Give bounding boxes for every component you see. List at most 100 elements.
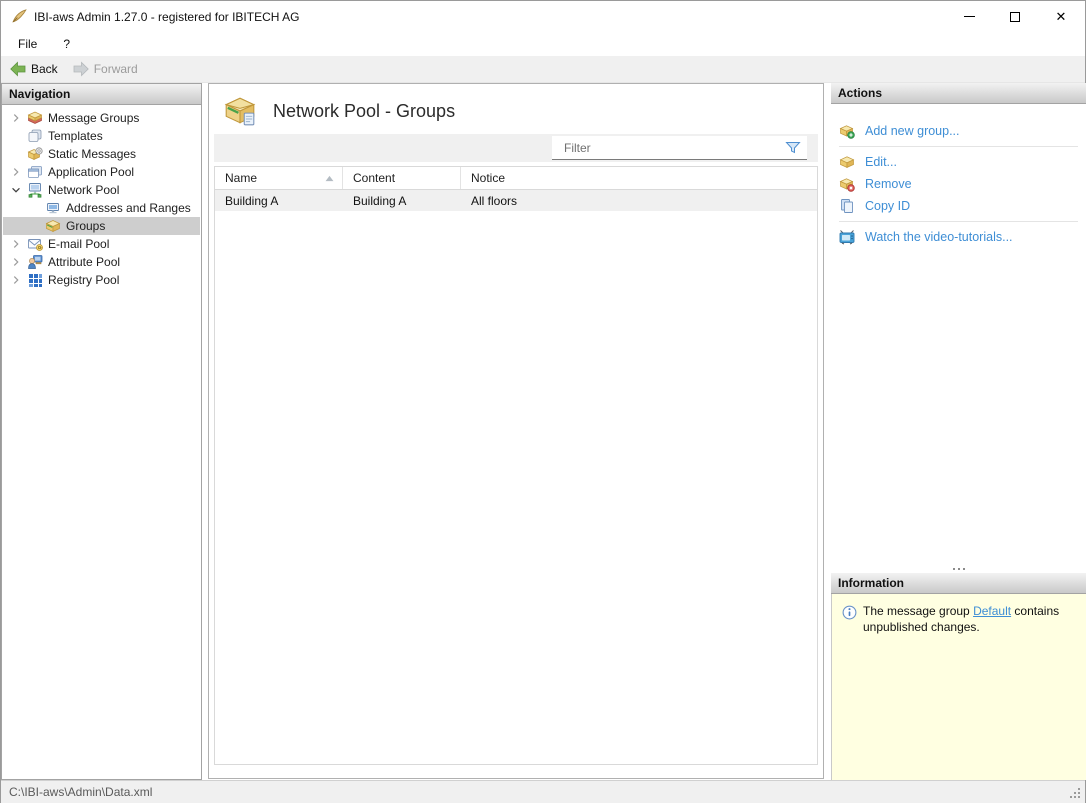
menubar: File ? xyxy=(1,32,1085,56)
remove-group-icon xyxy=(839,176,855,192)
network-group-box-icon xyxy=(223,94,257,128)
sidebar-item-label: Addresses and Ranges xyxy=(66,201,191,215)
sidebar-item-application-pool[interactable]: Application Pool xyxy=(3,163,200,181)
chevron-right-icon[interactable] xyxy=(9,237,23,251)
sidebar-item-label: Message Groups xyxy=(48,111,139,125)
app-window: { "window": { "title": "IBI-aws Admin 1.… xyxy=(0,0,1086,803)
info-icon xyxy=(842,605,857,620)
sidebar-item-templates[interactable]: Templates xyxy=(3,127,200,145)
splitter-grip-icon xyxy=(953,568,965,570)
resize-grip-icon[interactable] xyxy=(1070,788,1072,790)
registry-pool-icon xyxy=(27,272,43,288)
close-icon: ✕ xyxy=(1056,10,1067,23)
action-label: Copy ID xyxy=(865,199,910,213)
forward-button[interactable]: Forward xyxy=(67,58,144,80)
sidebar-item-label: Attribute Pool xyxy=(48,255,120,269)
column-header-content[interactable]: Content xyxy=(343,167,461,189)
sidebar-item-registry-pool[interactable]: Registry Pool xyxy=(3,271,200,289)
sidebar-item-label: Static Messages xyxy=(48,147,136,161)
sidebar-item-label: Templates xyxy=(48,129,103,143)
navigation-panel: Navigation Message Groups Templates xyxy=(1,83,202,780)
column-label: Name xyxy=(225,171,257,185)
filter-field[interactable] xyxy=(552,136,807,160)
email-pool-icon xyxy=(27,236,43,252)
menu-file[interactable]: File xyxy=(9,33,46,55)
watch-video-tutorials-action[interactable]: Watch the video-tutorials... xyxy=(831,226,1086,248)
sidebar-item-network-pool[interactable]: Network Pool xyxy=(3,181,200,199)
minimize-icon xyxy=(964,16,975,17)
remove-action[interactable]: Remove xyxy=(831,173,1086,195)
information-panel: The message group Default contains unpub… xyxy=(831,594,1086,780)
statusbar: C:\IBI-aws\Admin\Data.xml xyxy=(1,780,1085,803)
forward-arrow-icon xyxy=(73,61,89,77)
sidebar-item-addresses-and-ranges[interactable]: Addresses and Ranges xyxy=(3,199,200,217)
separator xyxy=(839,221,1078,222)
network-pool-icon xyxy=(27,182,43,198)
sidebar-item-label: Application Pool xyxy=(48,165,134,179)
cell-content: Building A xyxy=(343,194,461,208)
maximize-icon xyxy=(1010,12,1020,22)
actions-panel-header: Actions xyxy=(831,83,1086,104)
video-tutorials-icon xyxy=(839,229,855,245)
static-messages-icon xyxy=(27,146,43,162)
table-row[interactable]: Building A Building A All floors xyxy=(215,190,817,211)
sidebar-item-email-pool[interactable]: E-mail Pool xyxy=(3,235,200,253)
cell-notice: All floors xyxy=(461,194,817,208)
copy-id-icon xyxy=(839,198,855,214)
panel-splitter[interactable] xyxy=(831,564,1086,573)
chevron-down-icon[interactable] xyxy=(9,183,23,197)
default-group-link[interactable]: Default xyxy=(973,604,1011,618)
titlebar[interactable]: IBI-aws Admin 1.27.0 - registered for IB… xyxy=(1,1,1085,32)
minimize-button[interactable] xyxy=(946,1,992,32)
chevron-right-icon[interactable] xyxy=(9,255,23,269)
separator xyxy=(839,146,1078,147)
column-header-notice[interactable]: Notice xyxy=(461,167,817,189)
back-label: Back xyxy=(31,62,58,76)
attribute-pool-icon xyxy=(27,254,43,270)
table-header-row: Name Content Notice xyxy=(215,167,817,190)
sidebar-item-static-messages[interactable]: Static Messages xyxy=(3,145,200,163)
groups-icon xyxy=(45,218,61,234)
add-new-group-action[interactable]: Add new group... xyxy=(831,120,1086,142)
action-label: Remove xyxy=(865,177,912,191)
back-arrow-icon xyxy=(10,61,26,77)
chevron-right-icon[interactable] xyxy=(9,273,23,287)
action-label: Edit... xyxy=(865,155,897,169)
close-button[interactable]: ✕ xyxy=(1038,1,1084,32)
edit-group-icon xyxy=(839,154,855,170)
sidebar-item-attribute-pool[interactable]: Attribute Pool xyxy=(3,253,200,271)
templates-icon xyxy=(27,128,43,144)
column-header-name[interactable]: Name xyxy=(215,167,343,189)
maximize-button[interactable] xyxy=(992,1,1038,32)
navigation-tree: Message Groups Templates Static Messages xyxy=(2,105,201,779)
sidebar-item-label: Groups xyxy=(66,219,105,233)
sort-ascending-icon xyxy=(325,175,334,182)
navigation-toolbar: Back Forward xyxy=(1,56,1085,83)
action-label: Watch the video-tutorials... xyxy=(865,230,1013,244)
filter-bar xyxy=(214,134,818,162)
sidebar-item-label: Registry Pool xyxy=(48,273,119,287)
info-message-prefix: The message group xyxy=(863,604,973,618)
main-content-panel: Network Pool - Groups Name Content Notic… xyxy=(208,83,824,779)
sidebar-item-message-groups[interactable]: Message Groups xyxy=(3,109,200,127)
forward-label: Forward xyxy=(94,62,138,76)
add-group-icon xyxy=(839,123,855,139)
action-label: Add new group... xyxy=(865,124,960,138)
filter-input[interactable] xyxy=(552,141,785,155)
information-panel-header: Information xyxy=(831,573,1086,594)
cell-name: Building A xyxy=(215,194,343,208)
sidebar-item-label: Network Pool xyxy=(48,183,119,197)
groups-table: Name Content Notice Building A Building … xyxy=(214,166,818,765)
application-pool-icon xyxy=(27,164,43,180)
navigation-panel-header: Navigation xyxy=(2,84,201,105)
message-groups-icon xyxy=(27,110,43,126)
sidebar-item-groups[interactable]: Groups xyxy=(3,217,200,235)
menu-help[interactable]: ? xyxy=(54,33,79,55)
chevron-right-icon[interactable] xyxy=(9,111,23,125)
filter-funnel-icon[interactable] xyxy=(785,140,801,156)
copy-id-action[interactable]: Copy ID xyxy=(831,195,1086,217)
edit-action[interactable]: Edit... xyxy=(831,151,1086,173)
back-button[interactable]: Back xyxy=(4,58,64,80)
chevron-right-icon[interactable] xyxy=(9,165,23,179)
addresses-ranges-icon xyxy=(45,200,61,216)
